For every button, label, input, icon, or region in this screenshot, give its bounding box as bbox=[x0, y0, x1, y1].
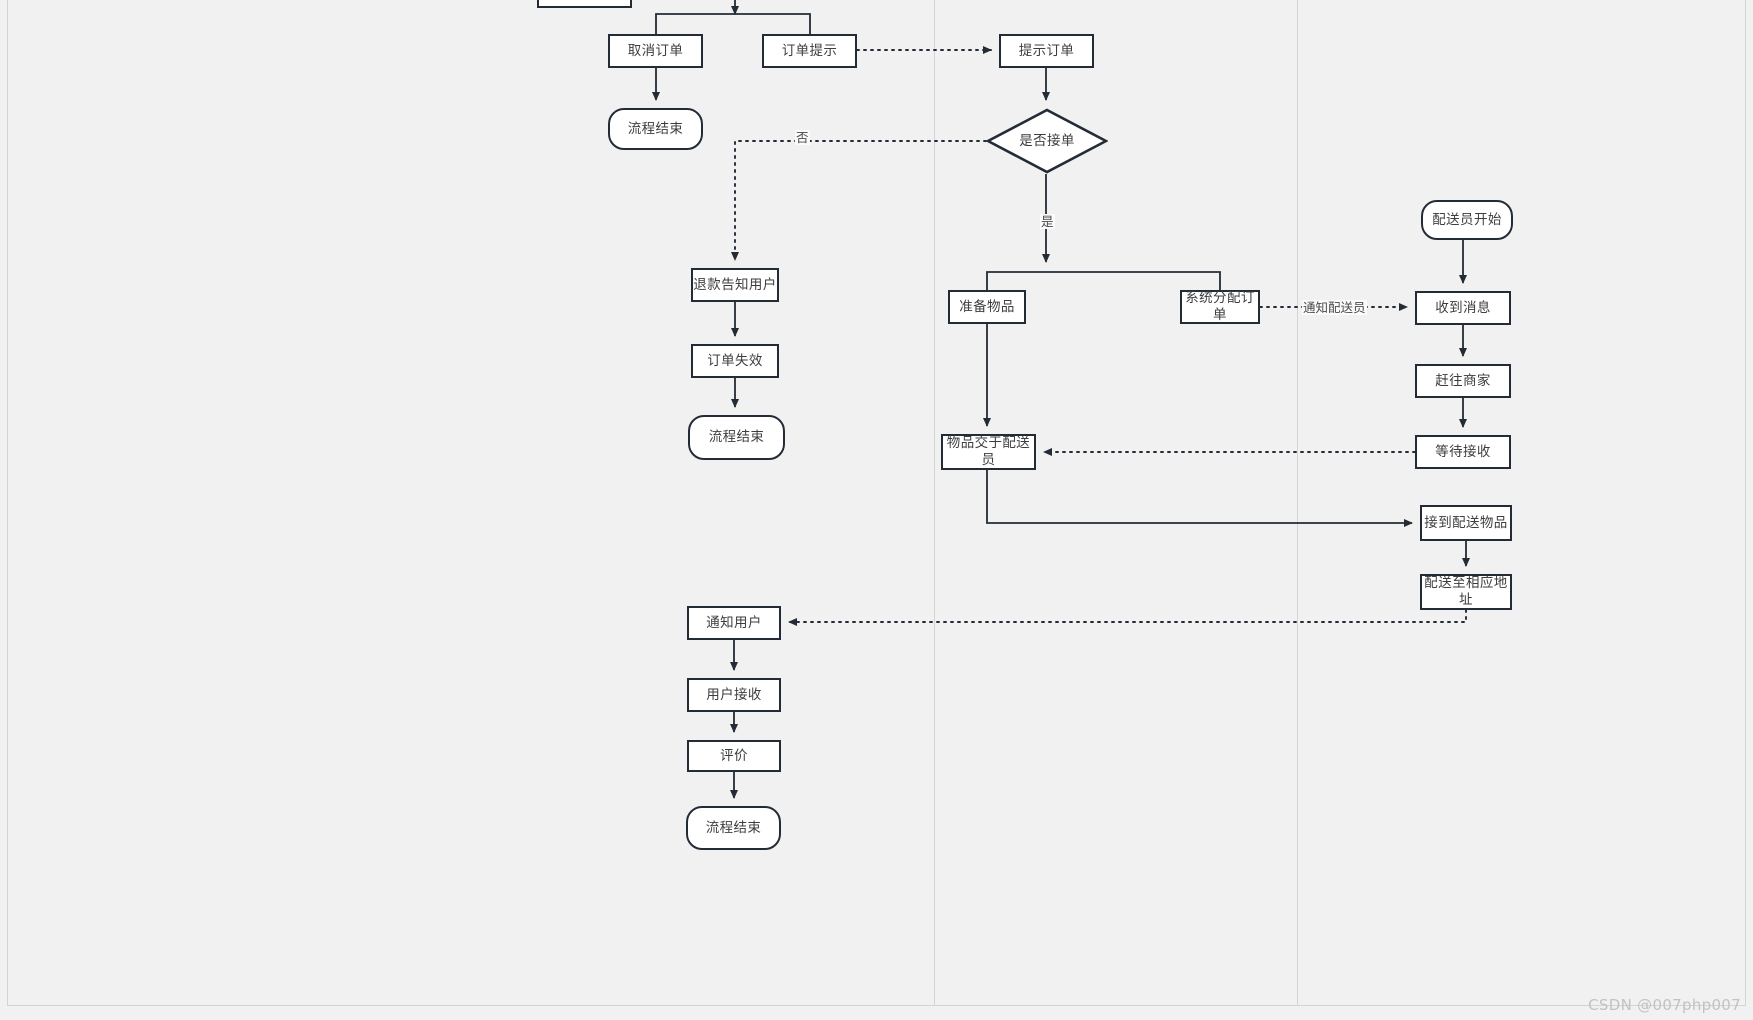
lane-divider-1 bbox=[934, 0, 935, 1006]
node-order-prompt[interactable]: 订单提示 bbox=[762, 34, 857, 68]
node-receive-message[interactable]: 收到消息 bbox=[1415, 291, 1511, 325]
node-label: 是否接单 bbox=[1019, 132, 1075, 149]
node-refund-notify-user[interactable]: 退款告知用户 bbox=[691, 268, 779, 302]
node-label: 用户接收 bbox=[706, 686, 762, 703]
node-go-to-merchant[interactable]: 赶往商家 bbox=[1415, 364, 1511, 398]
node-label: 提示订单 bbox=[1018, 42, 1075, 59]
node-label: 赶往商家 bbox=[1435, 372, 1491, 389]
node-label: 系统分配订单 bbox=[1185, 290, 1255, 323]
node-label: 配送员开始 bbox=[1432, 211, 1502, 228]
node-prepare-goods[interactable]: 准备物品 bbox=[948, 290, 1026, 324]
swimlane-frame bbox=[7, 0, 1746, 1006]
node-end-1[interactable]: 流程结束 bbox=[608, 108, 703, 150]
edge-label-no: 否 bbox=[795, 130, 810, 145]
node-system-assign-order[interactable]: 系统分配订单 bbox=[1180, 290, 1260, 324]
node-courier-start[interactable]: 配送员开始 bbox=[1421, 200, 1513, 240]
node-label: 订单失效 bbox=[707, 352, 763, 369]
node-label: 流程结束 bbox=[627, 120, 684, 137]
node-label: 订单提示 bbox=[781, 42, 838, 59]
node-label: 流程结束 bbox=[705, 819, 762, 836]
node-deliver-to-address[interactable]: 配送至相应地址 bbox=[1420, 574, 1512, 610]
node-user-receive[interactable]: 用户接收 bbox=[687, 678, 781, 712]
node-label: 配送至相应地址 bbox=[1424, 575, 1508, 608]
node-label: 准备物品 bbox=[959, 298, 1015, 315]
node-label: 收到消息 bbox=[1435, 299, 1491, 316]
node-rate[interactable]: 评价 bbox=[687, 740, 781, 772]
node-cancel-order[interactable]: 取消订单 bbox=[608, 34, 703, 68]
edge-label-notify-courier: 通知配送员 bbox=[1302, 300, 1367, 315]
node-label: 通知用户 bbox=[706, 614, 762, 631]
node-got-delivery-goods[interactable]: 接到配送物品 bbox=[1420, 505, 1512, 541]
node-end-2[interactable]: 流程结束 bbox=[688, 415, 785, 460]
node-label: 退款告知用户 bbox=[693, 276, 777, 293]
node-notify-user[interactable]: 通知用户 bbox=[687, 606, 781, 640]
node-end-3[interactable]: 流程结束 bbox=[686, 806, 781, 850]
watermark: CSDN @007php007 bbox=[1588, 996, 1741, 1014]
edge-label-yes: 是 bbox=[1040, 214, 1055, 229]
flowchart-canvas: 取消订单 订单提示 流程结束 提示订单 是否接单 退款告知用户 订单失效 流程结… bbox=[0, 0, 1753, 1020]
node-label: 取消订单 bbox=[627, 42, 684, 59]
node-partial-top[interactable] bbox=[537, 0, 632, 8]
node-notify-order[interactable]: 提示订单 bbox=[999, 34, 1094, 68]
node-wait-to-receive[interactable]: 等待接收 bbox=[1415, 435, 1511, 469]
node-hand-goods-to-courier[interactable]: 物品交于配送员 bbox=[941, 434, 1036, 470]
lane-divider-2 bbox=[1297, 0, 1298, 1006]
node-label: 评价 bbox=[720, 747, 748, 764]
node-label: 等待接收 bbox=[1435, 443, 1491, 460]
node-order-expire[interactable]: 订单失效 bbox=[691, 344, 779, 378]
node-label: 接到配送物品 bbox=[1424, 514, 1508, 531]
node-accept-order-decision[interactable]: 是否接单 bbox=[986, 108, 1108, 174]
node-label: 物品交于配送员 bbox=[946, 435, 1031, 468]
node-label: 流程结束 bbox=[708, 429, 765, 445]
